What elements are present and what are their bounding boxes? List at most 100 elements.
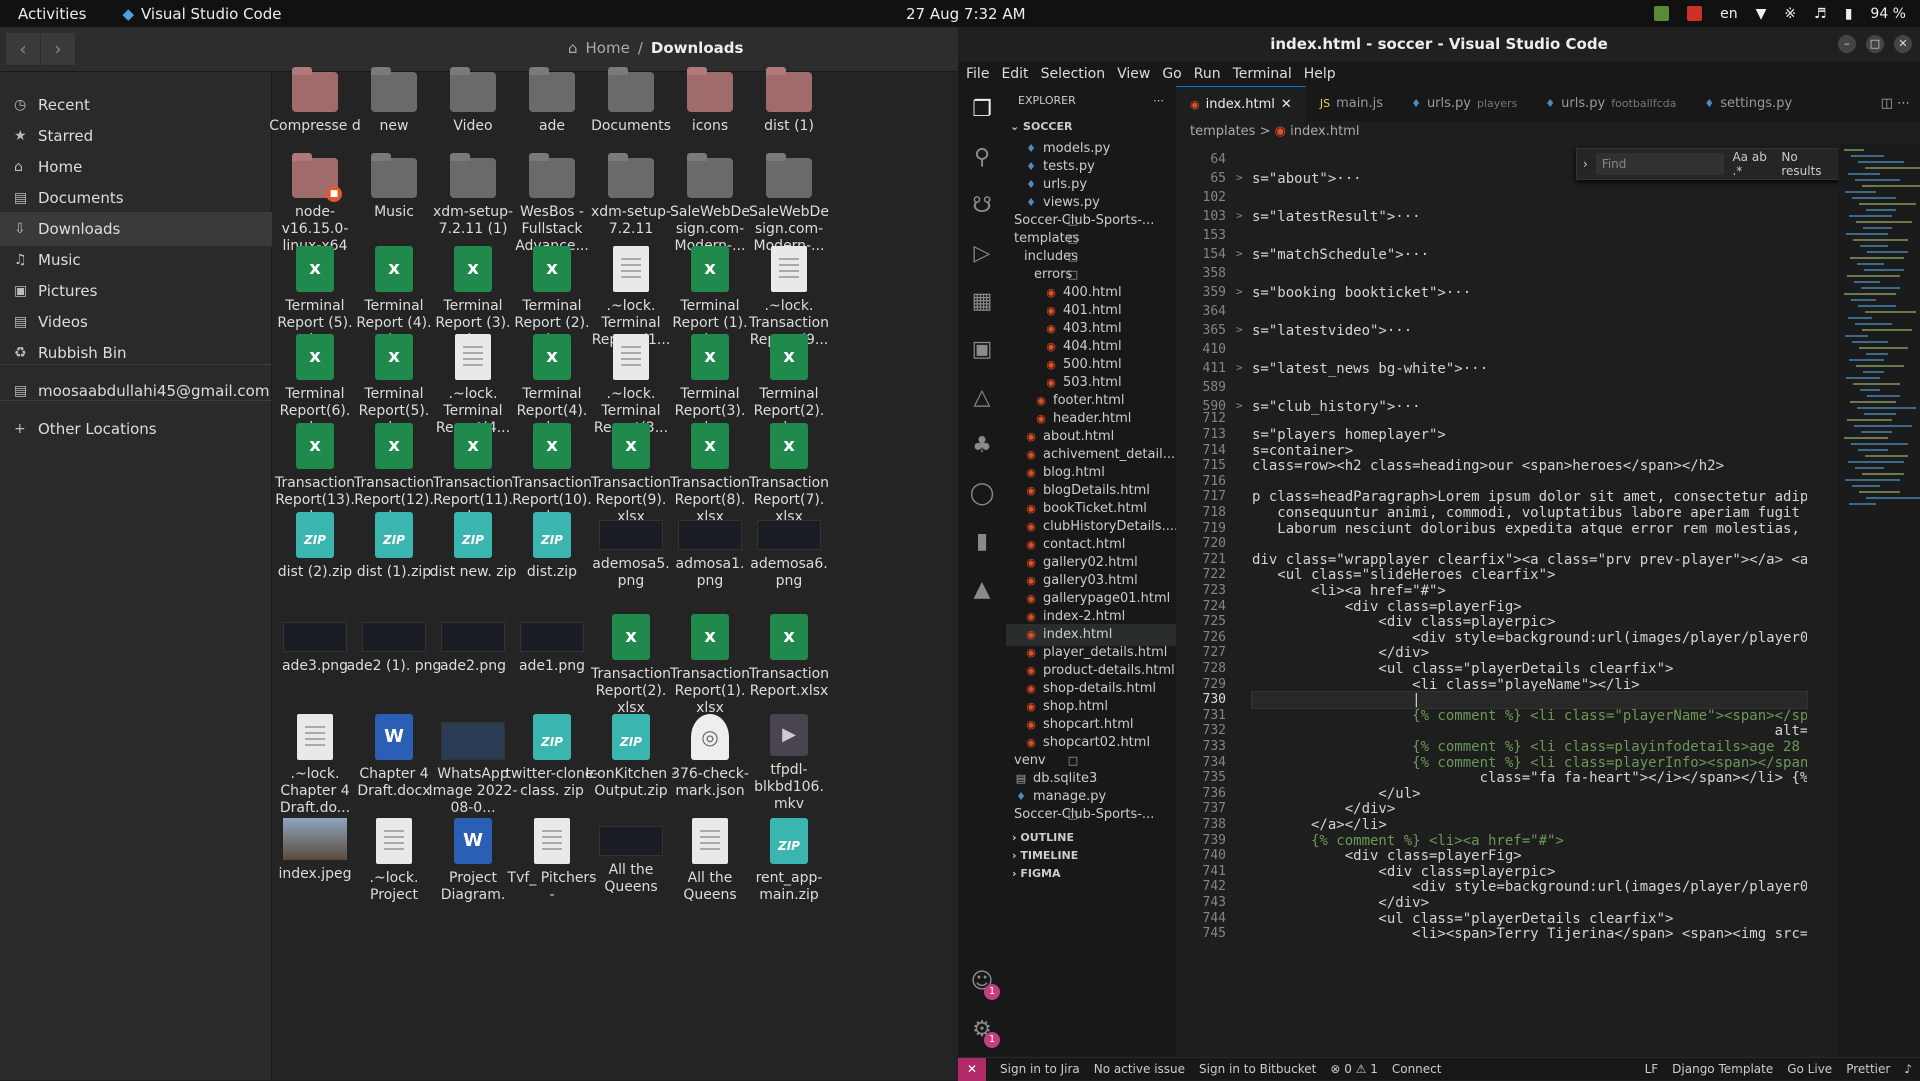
file-item[interactable]: x Transaction Report(7). xlsx <box>741 423 837 526</box>
menu-go[interactable]: Go <box>1162 66 1181 82</box>
tray-anydesk-icon[interactable] <box>1687 6 1703 21</box>
fold-chevron-icon[interactable]: > <box>1236 285 1243 298</box>
extensions-icon[interactable]: ▦ <box>966 286 998 318</box>
status-prettier[interactable]: Prettier <box>1846 1062 1890 1076</box>
workspace-root[interactable]: ⌄ SOCCER <box>1006 116 1176 138</box>
notifications-bell-icon[interactable]: ♪ <box>1904 1062 1912 1076</box>
minimap-line <box>1862 185 1920 187</box>
forward-button[interactable]: › <box>41 33 75 65</box>
fold-chevron-icon[interactable]: > <box>1236 361 1243 374</box>
file-item[interactable]: ademosa6. png <box>741 512 837 590</box>
language-indicator[interactable]: en <box>1720 6 1738 22</box>
fold-chevron-icon[interactable]: > <box>1236 323 1243 336</box>
code-editor[interactable]: › Find Aa ab .* No results ↑ ↓ ≡ ✕ 6465>… <box>1176 143 1920 1057</box>
search-icon[interactable]: ⚲ <box>966 142 998 174</box>
toggle-replace-icon[interactable]: › <box>1583 157 1588 171</box>
database-icon[interactable]: ◯ <box>966 478 998 510</box>
explorer-icon[interactable]: ❐ <box>966 94 998 126</box>
run-debug-icon[interactable]: ▷ <box>966 238 998 270</box>
fold-chevron-icon[interactable]: > <box>1236 247 1243 260</box>
split-editor-icon[interactable]: ◫ <box>1881 96 1897 111</box>
app-menu[interactable]: ◆ Visual Studio Code <box>122 5 281 23</box>
sidebar-item-downloads[interactable]: ⇩ Downloads <box>0 212 272 246</box>
status-language-mode[interactable]: Django Template <box>1672 1062 1773 1076</box>
crumb-home[interactable]: Home <box>586 39 630 57</box>
source-control-icon[interactable]: ☋ <box>966 190 998 222</box>
maximize-button[interactable]: □ <box>1866 35 1884 53</box>
file-item[interactable]: xTerminal Report(2). xlsx <box>741 334 837 437</box>
clock[interactable]: 27 Aug 7:32 AM <box>906 5 1026 23</box>
javascript-file-icon: JS <box>1319 97 1331 110</box>
editor-tab[interactable]: ◉ index.html ✕ <box>1176 86 1306 121</box>
line-number: 721 <box>1202 551 1226 567</box>
status-problems[interactable]: ⊗ 0 ⚠ 1 <box>1330 1062 1378 1076</box>
menu-view[interactable]: View <box>1117 66 1150 82</box>
breadcrumb-file[interactable]: index.html <box>1290 124 1359 139</box>
file-item[interactable]: ▶ tfpdl-blkbd106. mkv <box>741 714 837 813</box>
remote-explorer-icon[interactable]: ▣ <box>966 334 998 366</box>
file-item[interactable]: ZIP rent_app-main.zip <box>741 818 837 904</box>
sidebar-item-other-locations[interactable]: + Other Locations <box>0 412 272 446</box>
status-go-live[interactable]: Go Live <box>1787 1062 1832 1076</box>
editor-tab[interactable]: ♦ urls.py players <box>1397 86 1531 121</box>
activities-button[interactable]: Activities <box>18 5 86 23</box>
minimap-line <box>1849 503 1876 505</box>
accounts-icon[interactable]: ☺ 1 <box>966 966 1000 1000</box>
sidebar-item-videos[interactable]: ▤ Videos <box>0 305 272 339</box>
spreadsheet-icon: x <box>691 246 729 292</box>
editor-tab[interactable]: ♦ urls.py footballfcda <box>1531 86 1690 121</box>
status-jira-signin[interactable]: Sign in to Jira <box>1000 1062 1080 1076</box>
menu-edit[interactable]: Edit <box>1001 66 1028 82</box>
sidebar-item-moosaabdullahi45-gmail-com[interactable]: ▤ moosaabdullahi45@gmail.com <box>0 374 272 408</box>
sidebar-item-home[interactable]: ⌂ Home <box>0 150 272 184</box>
more-actions-icon[interactable]: ⋯ <box>1897 96 1910 111</box>
tray-app-icon[interactable] <box>1654 6 1670 21</box>
section-figma[interactable]: › FIGMA <box>1006 863 1176 885</box>
sidebar-item-recent[interactable]: ◷ Recent <box>0 88 272 122</box>
file-item[interactable]: SaleWebDe sign.com-Modern-... <box>741 153 837 255</box>
docker-icon[interactable]: ♣ <box>966 430 998 462</box>
gitlens-icon[interactable]: ▲ <box>966 574 998 606</box>
fold-chevron-icon[interactable]: > <box>1236 399 1243 412</box>
remote-indicator[interactable]: ✕ <box>958 1057 986 1081</box>
back-button[interactable]: ‹ <box>6 33 40 65</box>
more-actions-icon[interactable]: ⋯ <box>1153 86 1164 116</box>
menu-terminal[interactable]: Terminal <box>1233 66 1292 82</box>
close-button[interactable]: ✕ <box>1894 35 1912 53</box>
tree-item[interactable]: □ Soccer-Club-Sports-... <box>1006 804 1176 826</box>
folder-icon[interactable]: ▮ <box>966 526 998 558</box>
status-connect[interactable]: Connect <box>1392 1062 1442 1076</box>
sidebar-item-starred[interactable]: ★ Starred <box>0 119 272 153</box>
minimap[interactable] <box>1838 143 1920 1057</box>
crumb-downloads[interactable]: Downloads <box>651 39 744 57</box>
menu-run[interactable]: Run <box>1194 66 1221 82</box>
editor-tab[interactable]: ♦ settings.py <box>1690 86 1806 121</box>
fold-chevron-icon[interactable]: > <box>1236 171 1243 184</box>
menu-file[interactable]: File <box>966 66 989 82</box>
minimize-button[interactable]: – <box>1838 35 1856 53</box>
system-tray[interactable]: en ▼ ※ ♬ ▮ 94 % <box>1654 6 1906 22</box>
sidebar-item-label: Rubbish Bin <box>38 344 127 362</box>
text-file-icon <box>613 334 649 380</box>
sidebar-item-documents[interactable]: ▤ Documents <box>0 181 272 215</box>
status-bitbucket-signin[interactable]: Sign in to Bitbucket <box>1199 1062 1316 1076</box>
menu-selection[interactable]: Selection <box>1041 66 1106 82</box>
fold-chevron-icon[interactable]: > <box>1236 209 1243 222</box>
status-jira-issue[interactable]: No active issue <box>1094 1062 1185 1076</box>
spreadsheet-icon: x <box>375 334 413 380</box>
bluetooth-icon: ※ <box>1784 5 1797 22</box>
sidebar-item-music[interactable]: ♫ Music <box>0 243 272 277</box>
close-tab-icon[interactable]: ✕ <box>1281 87 1292 122</box>
menu-help[interactable]: Help <box>1304 66 1336 82</box>
minimap-line <box>1862 329 1912 331</box>
testing-icon[interactable]: △ <box>966 382 998 414</box>
zip-icon: ZIP <box>533 714 571 760</box>
sidebar-item-pictures[interactable]: ▣ Pictures <box>0 274 272 308</box>
tree-item-label: gallerypage01.html <box>1043 591 1171 606</box>
status-line-ending[interactable]: LF <box>1645 1062 1659 1076</box>
file-item[interactable]: dist (1) <box>741 67 837 135</box>
settings-gear-icon[interactable]: ⚙ 1 <box>966 1014 1000 1048</box>
editor-tab[interactable]: JS main.js <box>1306 86 1397 121</box>
breadcrumb-folder[interactable]: templates <box>1190 124 1255 139</box>
file-item[interactable]: x Transaction Report.xlsx <box>741 614 837 700</box>
